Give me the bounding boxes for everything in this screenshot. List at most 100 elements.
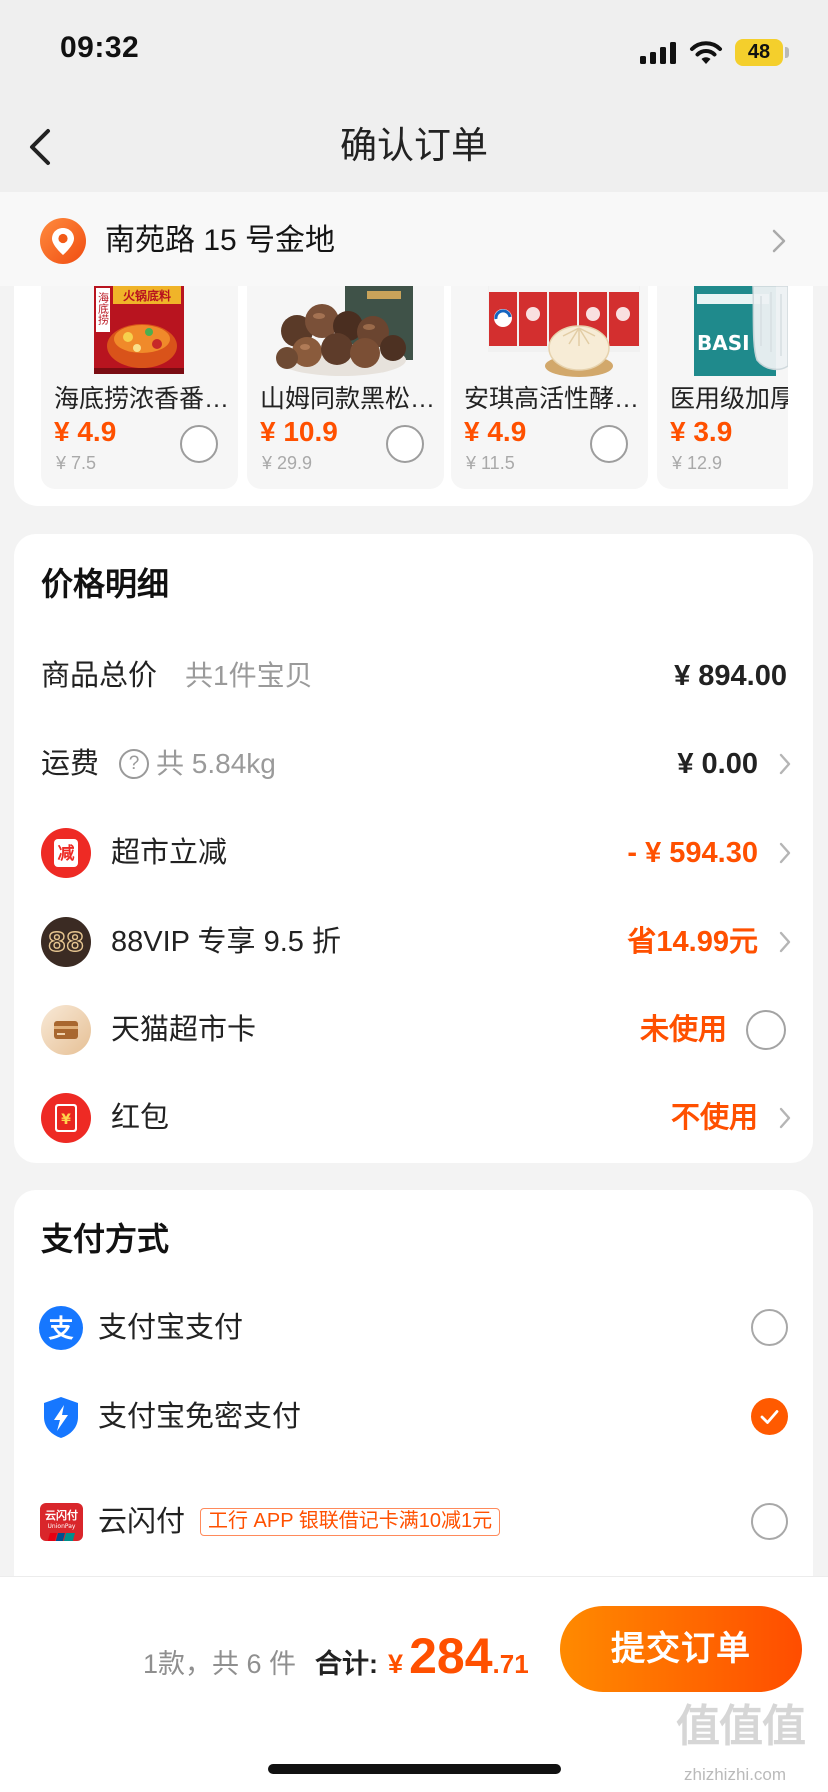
svg-text:火锅底料: 火锅底料 <box>123 288 171 303</box>
payment-radio[interactable] <box>751 1503 788 1540</box>
red-packet-row[interactable]: ¥ 红包 不使用 <box>14 1088 813 1148</box>
product-image <box>488 286 640 377</box>
svg-text:云闪付: 云闪付 <box>45 1508 78 1522</box>
wifi-icon <box>690 41 722 64</box>
chevron-right-icon <box>779 753 791 775</box>
discount-icon: 减 <box>41 828 91 878</box>
market-discount-value: - ¥ 594.30 <box>627 837 758 869</box>
location-pin-icon <box>40 218 86 264</box>
chevron-right-icon <box>779 1107 791 1129</box>
home-indicator[interactable] <box>268 1764 561 1774</box>
status-time: 09:32 <box>60 31 140 64</box>
payment-method-label: 云闪付 <box>98 1506 186 1538</box>
product-price: ¥ 4.9 <box>464 416 527 447</box>
vip-discount-label: 88VIP 专享 9.5 折 <box>111 926 341 958</box>
goods-total-value: ¥ 894.00 <box>674 660 787 692</box>
product-price: ¥ 4.9 <box>54 416 117 447</box>
price-detail-title: 价格明细 <box>41 566 170 602</box>
red-packet-value: 不使用 <box>670 1102 758 1134</box>
svg-text:88: 88 <box>48 928 84 958</box>
market-card-label: 天猫超市卡 <box>111 1014 257 1046</box>
product-image: BASI <box>694 286 788 376</box>
product-select-radio[interactable] <box>590 425 628 463</box>
payment-title: 支付方式 <box>41 1221 170 1257</box>
product-name: 安琪高活性酵… <box>464 385 640 413</box>
svg-text:BASI: BASI <box>697 331 750 355</box>
payment-method-unionpay[interactable]: 云闪付 UnionPay 云闪付 工行 APP 银联借记卡满10减1元 <box>14 1492 813 1552</box>
payment-method-alipay-nopass[interactable]: 支付宝免密支付 <box>14 1387 813 1447</box>
product-card[interactable]: 山姆同款黑松… ¥ 10.9 ¥ 29.9 <box>247 286 444 489</box>
product-name: 海底捞浓香番… <box>54 385 230 413</box>
product-price: ¥ 3.9 <box>670 416 733 447</box>
product-card[interactable]: 火锅底料 海底捞 海底捞浓香番… ¥ 4.9 ¥ 7.5 <box>41 286 238 489</box>
payment-method-label: 支付宝免密支付 <box>98 1401 302 1433</box>
product-name: 山姆同款黑松… <box>260 385 436 413</box>
product-card[interactable]: BASI 医用级加厚 ¥ 3.9 ¥ 12.9 <box>657 286 788 489</box>
watermark-logo: 值值值 <box>676 1702 806 1751</box>
price-detail-card: 价格明细 商品总价 共1件宝贝 ¥ 894.00 运费 ? 共 5.84kg ¥… <box>14 534 813 1163</box>
promo-badge: 工行 APP 银联借记卡满10减1元 <box>200 1508 501 1536</box>
product-name: 医用级加厚 <box>670 385 788 413</box>
vip-discount-row[interactable]: 88 88VIP 专享 9.5 折 省14.99元 <box>14 912 813 972</box>
order-summary: 1款，共 6 件 合计: ¥ 284 .71 <box>143 1627 529 1691</box>
chevron-right-icon <box>772 229 786 253</box>
total-decimal: .71 <box>492 1649 529 1679</box>
market-discount-label: 超市立减 <box>111 837 228 869</box>
red-packet-label: 红包 <box>111 1102 170 1134</box>
goods-total-label: 商品总价 <box>41 660 158 692</box>
vip-discount-value: 省14.99元 <box>627 926 758 958</box>
product-select-radio[interactable] <box>386 425 424 463</box>
item-count: 1款，共 6 件 <box>143 1649 297 1679</box>
product-carousel[interactable]: 火锅底料 海底捞 海底捞浓香番… ¥ 4.9 ¥ 7.5 山姆同款黑松… ¥ 1… <box>41 286 788 489</box>
product-original-price: ¥ 11.5 <box>466 453 515 473</box>
svg-text:UnionPay: UnionPay <box>48 1523 76 1530</box>
shipping-label: 运费 <box>41 748 100 780</box>
address-row[interactable]: 南苑路 15 号金地 <box>0 192 828 286</box>
unionpay-icon: 云闪付 UnionPay <box>40 1503 83 1541</box>
goods-count: 共1件宝贝 <box>185 660 313 691</box>
help-icon[interactable]: ? <box>119 749 149 779</box>
svg-text:¥: ¥ <box>61 1112 71 1128</box>
shield-lightning-icon <box>44 1397 78 1438</box>
shipping-row[interactable]: 运费 ? 共 5.84kg ¥ 0.00 <box>14 734 813 794</box>
watermark-site: zhizhizhi.com <box>684 1765 787 1784</box>
total-currency: ¥ <box>388 1649 404 1679</box>
gift-card-icon <box>41 1005 91 1055</box>
product-card[interactable]: 安琪高活性酵… ¥ 4.9 ¥ 11.5 <box>451 286 648 489</box>
product-image: 火锅底料 海底捞 <box>94 286 184 374</box>
product-price: ¥ 10.9 <box>260 416 338 447</box>
market-discount-row[interactable]: 减 超市立减 - ¥ 594.30 <box>14 823 813 883</box>
red-packet-icon: ¥ <box>41 1093 91 1143</box>
payment-method-alipay[interactable]: 支 支付宝支付 <box>14 1298 813 1358</box>
svg-text:支: 支 <box>48 1314 73 1343</box>
submit-order-button[interactable]: 提交订单 <box>560 1606 802 1692</box>
cellular-signal-icon <box>640 42 676 64</box>
chevron-right-icon <box>779 931 791 953</box>
market-card-value: 未使用 <box>639 1014 727 1046</box>
svg-text:海底捞: 海底捞 <box>97 291 110 326</box>
shipping-weight: 共 5.84kg <box>156 748 276 779</box>
product-original-price: ¥ 7.5 <box>56 453 97 473</box>
alipay-icon: 支 <box>39 1306 83 1350</box>
battery-indicator: 48 <box>735 39 783 66</box>
market-card-radio[interactable] <box>746 1010 786 1050</box>
chevron-right-icon <box>779 842 791 864</box>
payment-method-label: 支付宝支付 <box>98 1312 244 1344</box>
market-card-row[interactable]: 天猫超市卡 未使用 <box>14 1000 813 1060</box>
svg-text:减: 减 <box>58 843 75 864</box>
checkout-bar: 1款，共 6 件 合计: ¥ 284 .71 提交订单 <box>0 1576 828 1792</box>
address-text: 南苑路 15 号金地 <box>105 224 336 257</box>
payment-radio[interactable] <box>751 1309 788 1346</box>
shipping-value: ¥ 0.00 <box>677 748 758 780</box>
goods-total-row: 商品总价 共1件宝贝 ¥ 894.00 <box>14 646 813 706</box>
product-image <box>276 286 413 376</box>
page-title: 确认订单 <box>340 125 488 166</box>
payment-radio-checked[interactable] <box>751 1398 788 1435</box>
product-original-price: ¥ 12.9 <box>672 453 723 473</box>
battery-nub <box>785 47 789 58</box>
product-select-radio[interactable] <box>180 425 218 463</box>
total-integer: 284 <box>409 1628 493 1684</box>
product-original-price: ¥ 29.9 <box>262 453 313 473</box>
total-label: 合计: <box>315 1649 379 1679</box>
payment-card: 支付方式 支 支付宝支付 支付宝免密支付 云闪付 UnionPay 云闪付 工行… <box>14 1190 813 1630</box>
